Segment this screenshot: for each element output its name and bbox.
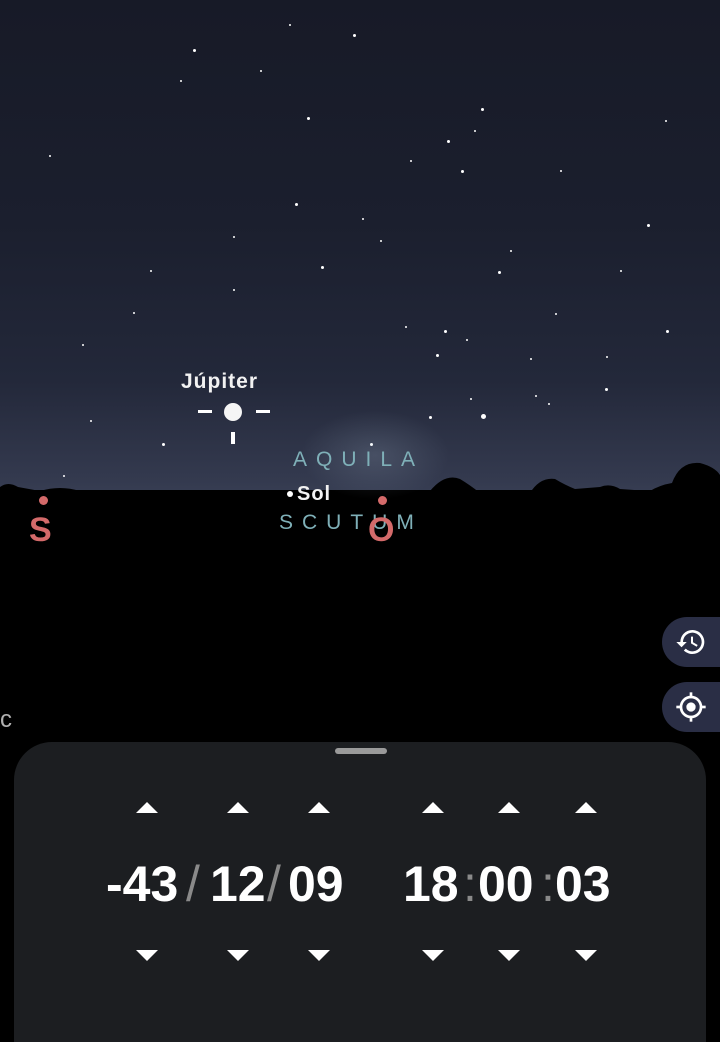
star — [620, 270, 622, 272]
month-down-button[interactable] — [227, 950, 249, 961]
star — [666, 330, 669, 333]
day-down-button[interactable] — [308, 950, 330, 961]
history-icon — [676, 630, 705, 654]
day-value[interactable]: 09 — [288, 854, 344, 914]
star — [647, 224, 650, 227]
star — [474, 130, 476, 132]
second-up-button[interactable] — [575, 802, 597, 813]
locate-icon — [676, 692, 706, 722]
cardinal-west: O — [368, 511, 395, 549]
edge-letter: c — [0, 706, 12, 733]
jupiter-dot — [224, 403, 242, 421]
star — [260, 70, 262, 72]
jupiter-reticle[interactable] — [198, 400, 270, 448]
star — [193, 49, 196, 52]
star — [410, 160, 412, 162]
star — [466, 339, 468, 341]
star — [555, 313, 557, 315]
star — [82, 344, 84, 346]
time-separator: : — [463, 856, 477, 912]
second-value[interactable]: 03 — [555, 854, 611, 914]
star — [362, 218, 364, 220]
star — [461, 170, 464, 173]
cardinal-south: S — [29, 511, 52, 549]
jupiter-label[interactable]: Júpiter — [181, 370, 258, 394]
star — [307, 117, 310, 120]
time-panel: -43 / 12 / 09 18 : 00 : 03 — [14, 742, 706, 1042]
star — [665, 120, 667, 122]
star — [560, 170, 562, 172]
star — [162, 443, 165, 446]
star — [605, 388, 608, 391]
month-value[interactable]: 12 — [210, 854, 266, 914]
minute-down-button[interactable] — [498, 950, 520, 961]
star — [233, 289, 235, 291]
south-marker — [39, 496, 48, 505]
star — [90, 420, 92, 422]
year-down-button[interactable] — [136, 950, 158, 961]
star — [444, 330, 447, 333]
star — [289, 24, 291, 26]
month-up-button[interactable] — [227, 802, 249, 813]
star — [405, 326, 407, 328]
star — [481, 108, 484, 111]
star — [498, 271, 501, 274]
star — [447, 140, 450, 143]
date-separator: / — [267, 856, 281, 912]
day-up-button[interactable] — [308, 802, 330, 813]
star — [150, 270, 152, 272]
sun-label[interactable]: Sol — [297, 483, 331, 506]
hour-up-button[interactable] — [422, 802, 444, 813]
star — [530, 358, 532, 360]
star — [535, 395, 537, 397]
time-separator: : — [541, 856, 555, 912]
west-marker — [378, 496, 387, 505]
star — [295, 203, 298, 206]
locate-button[interactable] — [662, 682, 720, 732]
star — [353, 34, 356, 37]
star — [49, 155, 51, 157]
year-value[interactable]: -43 — [106, 854, 178, 914]
year-up-button[interactable] — [136, 802, 158, 813]
star — [321, 266, 324, 269]
star — [548, 403, 550, 405]
star — [606, 356, 608, 358]
hour-down-button[interactable] — [422, 950, 444, 961]
star — [233, 236, 235, 238]
hour-value[interactable]: 18 — [403, 854, 459, 914]
second-down-button[interactable] — [575, 950, 597, 961]
star — [180, 80, 182, 82]
constellation-scutum[interactable]: SCUTUM — [279, 511, 423, 535]
drag-handle[interactable] — [335, 748, 387, 754]
star — [510, 250, 512, 252]
star — [380, 240, 382, 242]
star — [436, 354, 439, 357]
history-button[interactable] — [662, 617, 720, 667]
star — [481, 414, 486, 419]
minute-up-button[interactable] — [498, 802, 520, 813]
constellation-aquila[interactable]: AQUILA — [293, 448, 424, 472]
date-separator: / — [186, 856, 200, 912]
star — [429, 416, 432, 419]
star — [133, 312, 135, 314]
star — [470, 398, 472, 400]
minute-value[interactable]: 00 — [478, 854, 534, 914]
sun-dot — [287, 491, 293, 497]
